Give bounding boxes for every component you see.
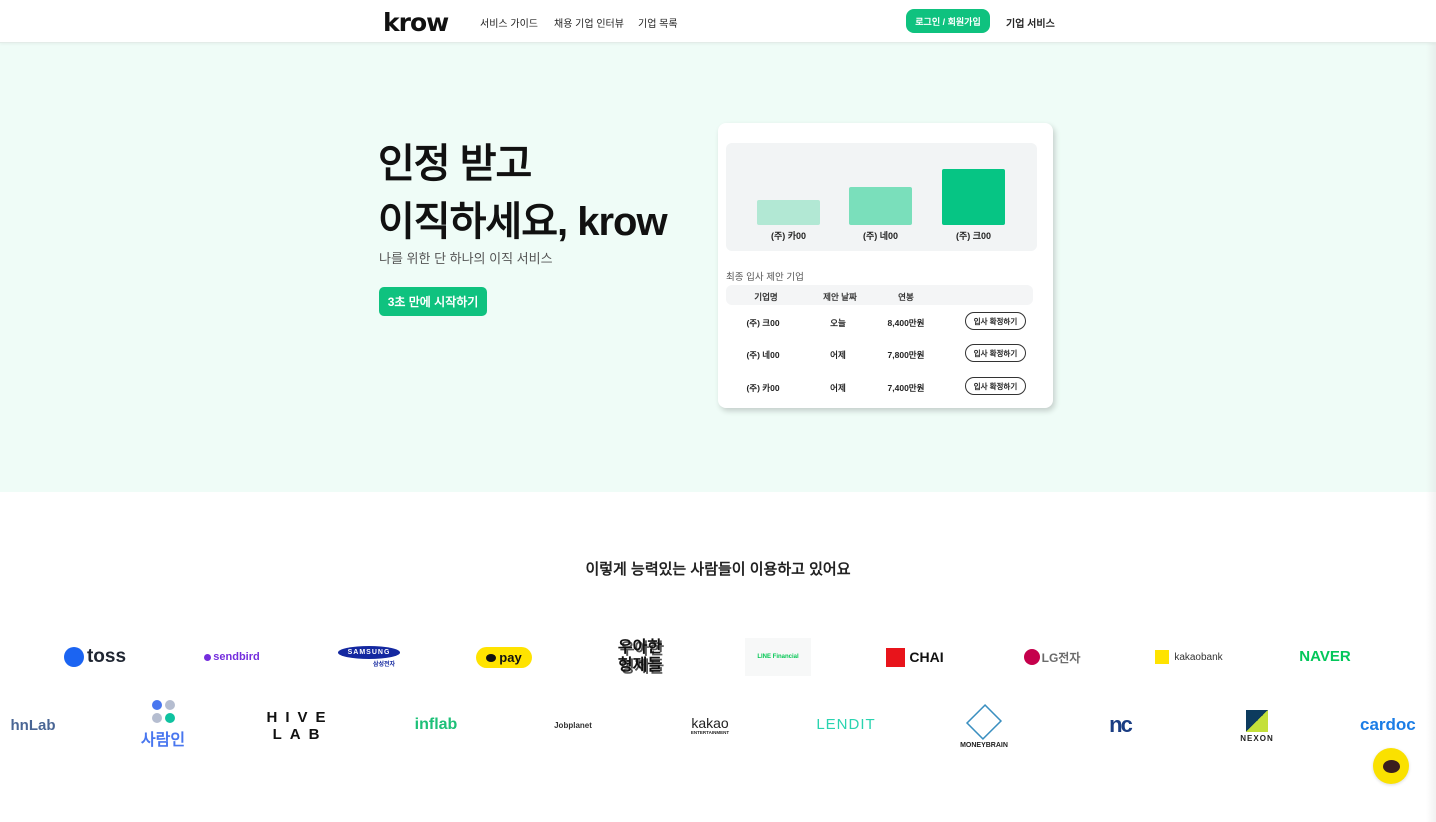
logo-lendit: LENDIT — [816, 715, 876, 733]
hero-title-line1: 인정 받고 — [378, 142, 532, 186]
login-signup-button[interactable]: 로그인 / 회원가입 — [906, 9, 990, 33]
logo-cardoc: cardoc — [1360, 715, 1416, 734]
moneybrain-icon — [965, 703, 1003, 740]
bar-label: (주) 카00 — [770, 231, 807, 241]
confirm-offer-button[interactable]: 입사 확정하기 — [965, 344, 1026, 362]
chat-bubble-icon — [1382, 759, 1400, 773]
table-row: (주) 크00 오늘 8,400만원 입사 확정하기 — [726, 312, 1033, 332]
logo-moneybrain: MONEYBRAIN — [954, 699, 1014, 753]
nav-company-list[interactable]: 기업 목록 — [638, 15, 678, 30]
cell-salary: 7,800만원 — [887, 350, 925, 360]
logo-nexon: NEXON — [1236, 707, 1278, 745]
nav-service-guide[interactable]: 서비스 가이드 — [480, 15, 538, 30]
column-date: 제안 날짜 — [823, 292, 857, 302]
logo-naver: NAVER — [1299, 647, 1351, 665]
nav-company-interview[interactable]: 채용 기업 인터뷰 — [554, 15, 624, 30]
logo-inflab: inflab — [414, 716, 458, 733]
corporate-service-link[interactable]: 기업 서비스 — [1006, 15, 1055, 30]
bar-company-ne — [849, 187, 912, 225]
saramin-dots-icon — [151, 700, 175, 723]
hero-title: 인정 받고 이직하세요, krow — [378, 135, 668, 251]
logo-kakaopay: pay — [476, 647, 532, 668]
logo-line-financial: LINE Financial — [745, 638, 811, 676]
logo-jobplanet: Jobplanet — [554, 720, 592, 730]
logo-kakaobank: kakaobank — [1155, 648, 1223, 666]
logo-toss: toss — [60, 645, 130, 669]
cell-salary: 7,400만원 — [887, 383, 925, 393]
speech-bubble-icon — [486, 653, 497, 662]
column-salary: 연봉 — [898, 292, 914, 302]
column-company: 기업명 — [754, 292, 778, 302]
partners-title: 이렇게 능력있는 사람들이 이용하고 있어요 — [585, 561, 851, 578]
logo-kakao-ent: kakao ENTERTAINMENT — [690, 714, 730, 735]
logo-sendbird: sendbird — [202, 648, 262, 666]
logo-hivelab: HIVE LAB — [266, 709, 334, 743]
logo-woowa: 우아한 형제들 — [617, 639, 663, 674]
kakao-chat-button[interactable] — [1373, 748, 1409, 784]
hero-title-line2: 이직하세요, krow — [378, 200, 668, 244]
logo-lg: LG전자 — [1021, 648, 1083, 666]
confirm-offer-button[interactable]: 입사 확정하기 — [965, 312, 1026, 330]
bar-company-ka — [757, 200, 820, 225]
scroll-shadow — [1426, 43, 1436, 822]
cell-company: (주) 크00 — [746, 318, 780, 328]
table-row: (주) 네00 어제 7,800만원 입사 확정하기 — [726, 344, 1033, 364]
bar-company-kr — [942, 169, 1005, 225]
logo-chai: CHAI — [883, 646, 947, 668]
table-header: 기업명 제안 날짜 연봉 — [726, 285, 1033, 305]
lg-icon — [1023, 649, 1040, 665]
sendbird-icon — [204, 653, 212, 661]
cell-company: (주) 네00 — [746, 350, 780, 360]
cell-company: (주) 카00 — [746, 383, 780, 393]
table-row: (주) 카00 어제 7,400만원 입사 확정하기 — [726, 377, 1033, 397]
salary-bar-chart: (주) 카00 (주) 네00 (주) 크00 — [726, 143, 1037, 251]
krow-logo[interactable]: krow — [383, 8, 449, 37]
cell-date: 어제 — [830, 383, 846, 393]
bar-label: (주) 네00 — [862, 231, 899, 241]
chai-icon — [886, 647, 906, 667]
logo-ahnlab: hnLab — [10, 716, 56, 734]
logo-saramin: 사람인 — [136, 699, 190, 751]
nexon-icon — [1246, 709, 1268, 732]
hero-subtitle: 나를 위한 단 하나의 이직 서비스 — [379, 251, 553, 266]
bar-label: (주) 크00 — [955, 231, 992, 241]
kakaobank-icon — [1155, 650, 1170, 664]
offer-card: (주) 카00 (주) 네00 (주) 크00 최종 입사 제안 기업 기업명 … — [718, 123, 1053, 408]
cell-date: 오늘 — [830, 318, 846, 328]
offer-caption: 최종 입사 제안 기업 — [726, 272, 804, 283]
cell-date: 어제 — [830, 350, 846, 360]
logo-samsung: SAMSUNG 삼성전자 — [334, 644, 404, 670]
top-header: krow 서비스 가이드 채용 기업 인터뷰 기업 목록 로그인 / 회원가입 … — [0, 0, 1436, 43]
toss-icon — [63, 647, 84, 667]
cell-salary: 8,400만원 — [887, 318, 925, 328]
start-button[interactable]: 3초 만에 시작하기 — [379, 287, 487, 316]
confirm-offer-button[interactable]: 입사 확정하기 — [965, 377, 1026, 395]
logo-nc: nc — [1109, 712, 1133, 737]
